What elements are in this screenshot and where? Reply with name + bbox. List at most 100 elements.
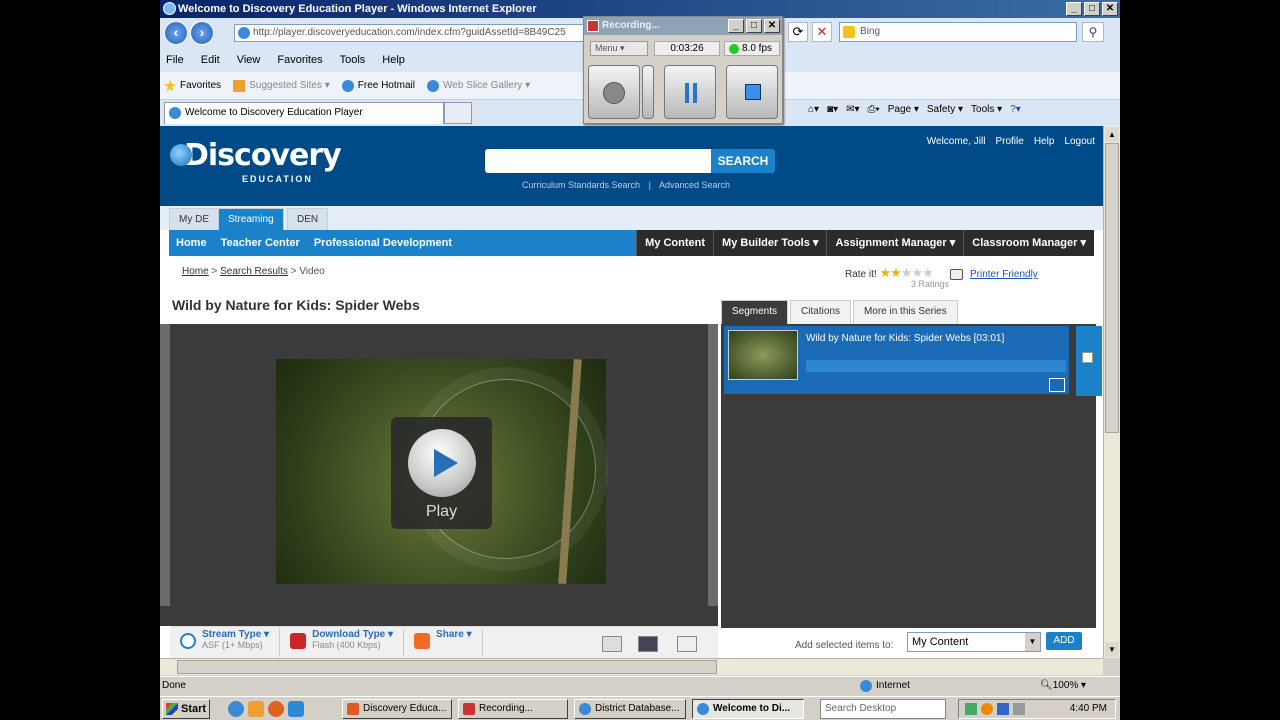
ie-quicklaunch-icon[interactable] [228, 701, 244, 717]
print-icon[interactable]: ⎙▾ [868, 104, 880, 115]
printer-friendly-link[interactable]: Printer Friendly [950, 269, 1038, 280]
star-filled-icon[interactable]: ★ [890, 265, 902, 280]
star-empty-icon[interactable]: ★ [911, 265, 923, 280]
zoom-level[interactable]: 🔍︎100% ▾ [1040, 677, 1086, 695]
segment-select[interactable] [1076, 326, 1102, 396]
tab-my-de[interactable]: My DE [169, 208, 219, 230]
recorder-menu[interactable]: Menu ▾ [590, 41, 648, 56]
vertical-scrollbar[interactable]: ▲ ▼ [1103, 126, 1120, 658]
outlook-quicklaunch-icon[interactable] [248, 701, 264, 717]
free-hotmail-link[interactable]: Free Hotmail [341, 79, 415, 92]
segment-item[interactable]: Wild by Nature for Kids: Spider Webs [03… [724, 326, 1102, 396]
scroll-up-arrow[interactable]: ▲ [1105, 127, 1119, 142]
explorer-quicklaunch-icon[interactable] [288, 701, 304, 717]
suggested-sites-link[interactable]: Suggested Sites ▾ [233, 79, 330, 92]
star-filled-icon[interactable]: ★ [879, 265, 891, 280]
address-bar[interactable]: http://player.discoveryeducation.com/ind… [234, 24, 584, 42]
nav-home[interactable]: Home [169, 230, 214, 256]
play-button[interactable]: Play [391, 417, 492, 529]
horizontal-scroll-thumb[interactable] [177, 660, 717, 674]
download-type-control[interactable]: Download Type ▾ Flash (400 Kbps) [280, 628, 405, 657]
add-destination-select[interactable]: My Content ▼ [907, 632, 1041, 652]
speaker-icon[interactable] [1013, 703, 1025, 715]
fullscreen-icon[interactable] [602, 636, 622, 652]
menu-edit[interactable]: Edit [201, 54, 229, 66]
tab-segments[interactable]: Segments [721, 300, 789, 324]
stream-type-control[interactable]: Stream Type ▾ ASF (1+ Mbps) [170, 628, 281, 657]
crumb-home[interactable]: Home [182, 266, 209, 277]
nav-my-builder-tools[interactable]: My Builder Tools ▾ [713, 230, 826, 256]
tray-icon[interactable] [997, 703, 1009, 715]
menu-help[interactable]: Help [382, 54, 414, 66]
back-icon[interactable]: ‹ [164, 21, 188, 45]
close-button[interactable]: ✕ [1102, 2, 1118, 16]
recorder-maximize-button[interactable]: □ [746, 19, 762, 33]
favorites-button[interactable]: Favorites [164, 79, 221, 92]
add-to-playlist-icon[interactable] [1049, 378, 1065, 392]
recorder-close-button[interactable]: ✕ [764, 19, 780, 33]
curriculum-search-link[interactable]: Curriculum Standards Search [522, 180, 640, 190]
minimize-button[interactable]: _ [1066, 2, 1082, 16]
taskbar-district-database[interactable]: District Database... [574, 699, 686, 719]
nav-classroom-manager[interactable]: Classroom Manager ▾ [963, 230, 1094, 256]
segment-checkbox[interactable] [1082, 352, 1093, 363]
maximize-button[interactable]: □ [1084, 2, 1100, 16]
share-control[interactable]: Share ▾ [404, 628, 483, 657]
horizontal-scrollbar[interactable] [160, 658, 1103, 675]
logout-link[interactable]: Logout [1064, 136, 1095, 147]
widescreen-icon[interactable] [638, 636, 658, 652]
bing-search-input[interactable]: Bing [839, 22, 1077, 42]
tab-den[interactable]: DEN [287, 208, 329, 230]
mail-icon[interactable]: ✉▾ [846, 104, 859, 115]
captions-icon[interactable] [677, 636, 697, 652]
stop-icon[interactable]: ✕ [812, 22, 832, 42]
recorder-minimize-button[interactable]: _ [728, 19, 744, 33]
vertical-scroll-thumb[interactable] [1105, 143, 1119, 433]
new-tab-button[interactable] [444, 102, 472, 124]
advanced-search-link[interactable]: Advanced Search [659, 180, 730, 190]
profile-link[interactable]: Profile [995, 136, 1023, 147]
help-link[interactable]: Help [1034, 136, 1055, 147]
discovery-logo[interactable]: Discovery EDUCATION [170, 138, 342, 184]
scroll-down-arrow[interactable]: ▼ [1105, 642, 1119, 657]
firefox-quicklaunch-icon[interactable] [268, 701, 284, 717]
feeds-icon[interactable]: ◙▾ [827, 104, 838, 115]
nav-professional-development[interactable]: Professional Development [307, 230, 459, 256]
rating-stars[interactable]: ★★★★★ [879, 265, 934, 280]
segment-thumbnail[interactable] [728, 330, 798, 380]
site-search-input[interactable] [485, 149, 711, 173]
record-options-button[interactable] [642, 65, 654, 119]
home-icon[interactable]: ⌂▾ [808, 104, 819, 115]
forward-icon[interactable]: › [190, 21, 214, 45]
tab-streaming[interactable]: Streaming [218, 208, 284, 230]
site-search-button[interactable]: SEARCH [711, 149, 775, 173]
taskbar-recording[interactable]: Recording... [458, 699, 568, 719]
tab-citations[interactable]: Citations [790, 300, 851, 324]
menu-view[interactable]: View [237, 54, 270, 66]
menu-file[interactable]: File [166, 54, 193, 66]
menu-favorites[interactable]: Favorites [277, 54, 331, 66]
star-empty-icon[interactable]: ★ [922, 265, 934, 280]
tools-menu[interactable]: Tools ▾ [971, 104, 1002, 115]
stop-button[interactable] [726, 65, 778, 119]
help-icon[interactable]: ?▾ [1010, 104, 1021, 115]
page-menu[interactable]: Page ▾ [888, 104, 919, 115]
tab-more-in-series[interactable]: More in this Series [852, 300, 958, 324]
nav-teacher-center[interactable]: Teacher Center [214, 230, 307, 256]
add-button[interactable]: ADD [1046, 632, 1082, 650]
nav-my-content[interactable]: My Content [636, 230, 713, 256]
desktop-search-input[interactable]: Search Desktop [820, 699, 946, 719]
menu-tools[interactable]: Tools [340, 54, 375, 66]
safety-menu[interactable]: Safety ▾ [927, 104, 963, 115]
taskbar-welcome[interactable]: Welcome to Di... [692, 699, 804, 719]
taskbar-powerpoint[interactable]: Discovery Educa... [342, 699, 452, 719]
pause-button[interactable] [664, 65, 716, 119]
tray-icon[interactable] [965, 703, 977, 715]
crumb-search-results[interactable]: Search Results [220, 266, 288, 277]
browser-tab[interactable]: Welcome to Discovery Education Player [164, 102, 444, 124]
search-icon[interactable]: ⚲ [1082, 22, 1104, 42]
start-button[interactable]: Start [162, 699, 210, 719]
tray-icon[interactable] [981, 703, 993, 715]
star-empty-icon[interactable]: ★ [901, 265, 913, 280]
video-player[interactable]: Play [160, 324, 718, 626]
